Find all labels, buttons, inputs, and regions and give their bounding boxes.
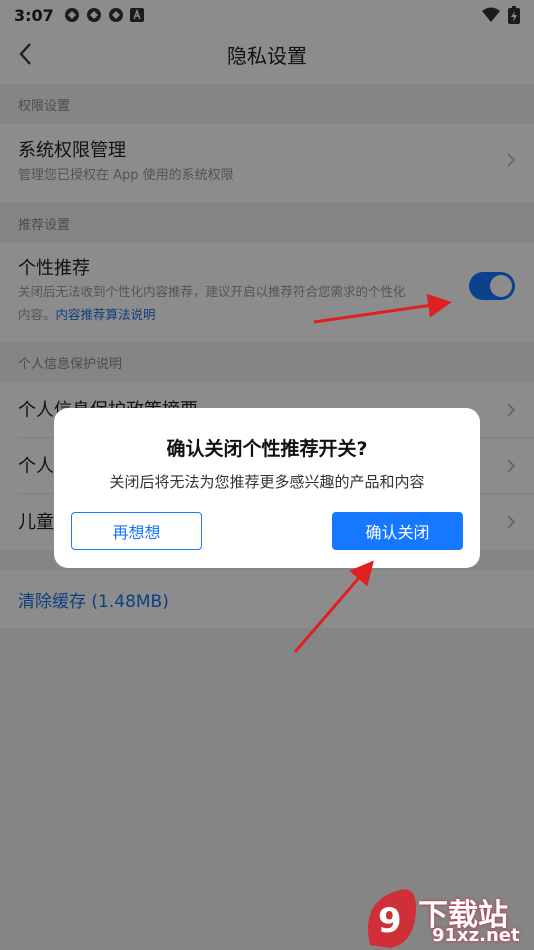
cancel-button[interactable]: 再想想 <box>71 512 202 550</box>
dialog-message: 关闭后将无法为您推荐更多感兴趣的产品和内容 <box>109 473 425 491</box>
confirm-dialog: 确认关闭个性推荐开关? 关闭后将无法为您推荐更多感兴趣的产品和内容 再想想 确认… <box>54 408 480 568</box>
dialog-title: 确认关闭个性推荐开关? <box>166 438 368 460</box>
confirm-close-button[interactable]: 确认关闭 <box>332 512 463 550</box>
svg-text:9: 9 <box>378 901 402 941</box>
watermark-url: 91xz.net <box>432 925 520 946</box>
